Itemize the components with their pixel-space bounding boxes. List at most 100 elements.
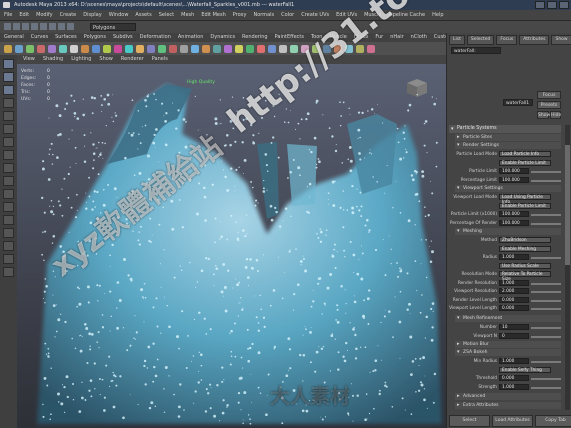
presets-button[interactable]: Presets bbox=[537, 101, 561, 109]
attr-tab-4[interactable]: Show bbox=[551, 35, 571, 45]
menu-item-13[interactable]: Create UVs bbox=[301, 10, 329, 20]
menu-item-12[interactable]: Color bbox=[281, 10, 294, 20]
bottom-button-2[interactable]: Copy Tab bbox=[535, 415, 571, 427]
new-scene-icon[interactable] bbox=[4, 23, 11, 30]
attr-slider[interactable] bbox=[531, 282, 561, 285]
layout-custom-icon[interactable] bbox=[3, 267, 14, 277]
shelf-tab-15[interactable]: nCloth bbox=[411, 33, 427, 42]
panel-menu-2[interactable]: Lighting bbox=[71, 55, 91, 64]
menu-set-dropdown[interactable]: Polygons bbox=[90, 23, 136, 31]
shelf-tool-icon[interactable] bbox=[367, 45, 375, 53]
rotate-tool-icon[interactable] bbox=[3, 111, 14, 121]
attr-field[interactable]: 100.000 bbox=[499, 176, 529, 183]
outliner-layout-icon[interactable] bbox=[3, 215, 14, 225]
shelf-tool-icon[interactable] bbox=[92, 45, 100, 53]
last-tool-icon[interactable] bbox=[3, 163, 14, 173]
attr-dropdown[interactable]: Load Particle Info bbox=[499, 151, 551, 157]
shelf-tool-icon[interactable] bbox=[26, 45, 34, 53]
section-advanced[interactable]: Advanced bbox=[455, 393, 561, 400]
shelf-tool-icon[interactable] bbox=[224, 45, 232, 53]
select-icon[interactable] bbox=[40, 23, 47, 30]
attr-dropdown[interactable]: ZhuBridson bbox=[499, 237, 551, 243]
bottom-button-0[interactable]: Select bbox=[449, 415, 490, 427]
shelf-tab-2[interactable]: Surfaces bbox=[55, 33, 77, 42]
shelf-tool-icon[interactable] bbox=[15, 45, 23, 53]
shelf-tool-icon[interactable] bbox=[114, 45, 122, 53]
panel-menu-5[interactable]: Panels bbox=[152, 55, 168, 64]
attr-dropdown[interactable]: Enable Selfy Thing bbox=[499, 366, 551, 373]
maximize-button[interactable] bbox=[547, 1, 557, 9]
attr-dropdown[interactable]: Use Radius Scale bbox=[499, 262, 551, 269]
show-manip-icon[interactable] bbox=[3, 150, 14, 160]
hypershade-layout-icon[interactable] bbox=[3, 241, 14, 251]
section-particle-systems[interactable]: Particle Systems bbox=[449, 125, 561, 133]
shelf-tab-4[interactable]: Subdivs bbox=[113, 33, 133, 42]
attr-field[interactable]: 0.000 bbox=[499, 305, 529, 311]
shelf-tool-icon[interactable] bbox=[4, 45, 12, 53]
shelf-tool-icon[interactable] bbox=[158, 45, 166, 53]
paint-select-icon[interactable] bbox=[3, 85, 14, 95]
menu-item-5[interactable]: Window bbox=[109, 10, 129, 20]
menu-item-8[interactable]: Mesh bbox=[181, 10, 194, 20]
shelf-tool-icon[interactable] bbox=[81, 45, 89, 53]
focus-button[interactable]: Focus bbox=[537, 91, 561, 99]
attr-slider[interactable] bbox=[531, 335, 561, 338]
section-motion-blur[interactable]: Motion Blur bbox=[455, 341, 561, 348]
bottom-button-1[interactable]: Load Attributes bbox=[492, 415, 533, 427]
shelf-tab-7[interactable]: Dynamics bbox=[210, 33, 235, 42]
menu-item-6[interactable]: Assets bbox=[135, 10, 151, 20]
shelf-tab-0[interactable]: General bbox=[4, 33, 24, 42]
menu-item-0[interactable]: File bbox=[4, 10, 12, 20]
shelf-tool-icon[interactable] bbox=[136, 45, 144, 53]
undo-icon[interactable] bbox=[31, 23, 38, 30]
hide-button[interactable]: Hide bbox=[550, 111, 561, 119]
attr-field[interactable]: 10 bbox=[499, 324, 529, 330]
layout-single-icon[interactable] bbox=[3, 176, 14, 186]
attr-slider[interactable] bbox=[531, 308, 561, 310]
attr-field[interactable]: 1.000 bbox=[499, 358, 529, 364]
menu-item-7[interactable]: Select bbox=[159, 10, 174, 20]
shelf-tool-icon[interactable] bbox=[169, 45, 177, 53]
attribute-editor-scrollbar[interactable] bbox=[565, 125, 570, 410]
attr-slider[interactable] bbox=[531, 378, 561, 380]
minimize-button[interactable] bbox=[535, 1, 545, 9]
open-scene-icon[interactable] bbox=[13, 23, 20, 30]
shelf-tool-icon[interactable] bbox=[191, 45, 199, 53]
menu-item-9[interactable]: Edit Mesh bbox=[201, 10, 225, 20]
attr-tab-2[interactable]: Focus bbox=[496, 35, 518, 45]
shelf-tool-icon[interactable] bbox=[180, 45, 188, 53]
attr-slider[interactable] bbox=[531, 291, 561, 293]
menu-item-3[interactable]: Create bbox=[60, 10, 77, 20]
lasso-tool-icon[interactable] bbox=[3, 72, 14, 82]
attr-slider[interactable] bbox=[531, 327, 561, 329]
shelf-tool-icon[interactable] bbox=[147, 45, 155, 53]
shelf-tool-icon[interactable] bbox=[59, 45, 67, 53]
panel-menu-3[interactable]: Show bbox=[99, 55, 113, 64]
layout-four-icon[interactable] bbox=[3, 189, 14, 199]
show-button[interactable]: Show bbox=[537, 111, 550, 119]
layout-two-icon[interactable] bbox=[3, 202, 14, 212]
shelf-tool-icon[interactable] bbox=[213, 45, 221, 53]
move-tool-icon[interactable] bbox=[3, 98, 14, 108]
save-scene-icon[interactable] bbox=[22, 23, 29, 30]
attr-field[interactable]: 0.000 bbox=[499, 375, 529, 381]
shelf-tool-icon[interactable] bbox=[48, 45, 56, 53]
shelf-tool-icon[interactable] bbox=[279, 45, 287, 53]
shelf-tool-icon[interactable] bbox=[235, 45, 243, 53]
close-button[interactable] bbox=[559, 1, 569, 9]
attr-dropdown[interactable]: Enable Particle Limit bbox=[499, 159, 551, 166]
shelf-tab-5[interactable]: Deformation bbox=[140, 33, 171, 42]
shelf-tab-6[interactable]: Animation bbox=[178, 33, 204, 42]
section-mesh-refinement[interactable]: Mesh Refinement bbox=[455, 315, 561, 322]
attr-tab-3[interactable]: Attributes bbox=[519, 35, 550, 45]
snap-grid-icon[interactable] bbox=[58, 23, 65, 30]
shelf-tool-icon[interactable] bbox=[70, 45, 78, 53]
section-meshing[interactable]: Meshing bbox=[455, 228, 561, 235]
attr-field[interactable]: 0.000 bbox=[499, 296, 529, 303]
attr-field[interactable]: 0 bbox=[499, 332, 529, 339]
panel-menu-0[interactable]: View bbox=[23, 55, 35, 64]
shelf-tab-14[interactable]: nHair bbox=[390, 33, 403, 42]
shelf-tab-9[interactable]: PaintEffects bbox=[275, 33, 304, 42]
attr-slider[interactable] bbox=[531, 257, 561, 259]
snap-curve-icon[interactable] bbox=[67, 23, 74, 30]
